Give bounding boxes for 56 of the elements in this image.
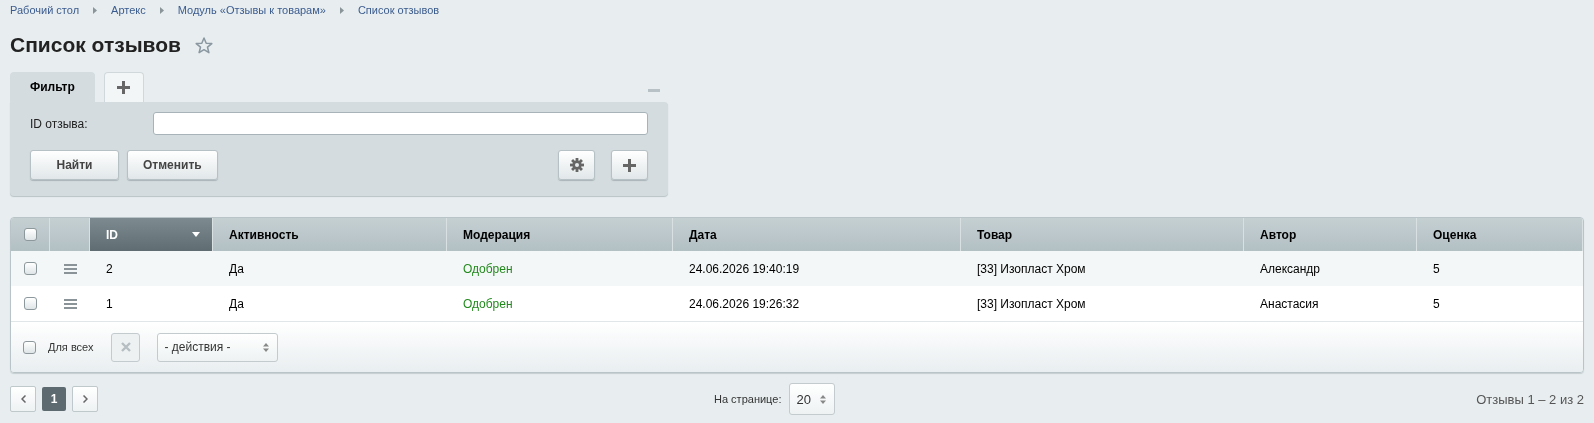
breadcrumb-link[interactable]: Артекс <box>111 4 146 16</box>
menu-icon[interactable] <box>63 298 77 309</box>
updown-arrows-icon <box>820 394 827 404</box>
table-cell-text: 5 <box>1432 261 1441 276</box>
page-title: Список отзывов <box>10 33 181 57</box>
settings-button[interactable] <box>558 150 595 180</box>
chevron-right-icon <box>93 6 98 14</box>
plus-icon <box>117 81 131 94</box>
cancel-button[interactable]: Отменить <box>127 150 218 180</box>
table-cell-text: 5 <box>1432 296 1441 311</box>
table-cell-text: Александр <box>1259 261 1322 276</box>
star-icon[interactable] <box>194 36 213 54</box>
per-page-dropdown[interactable]: 20 <box>789 383 836 415</box>
status-cell-text: Одобрен <box>462 296 514 311</box>
plus-icon <box>623 158 636 172</box>
delete-button[interactable] <box>111 332 141 362</box>
gear-icon <box>569 158 584 172</box>
table-cell-text: 1 <box>105 296 114 311</box>
field-label: ID отзыва: <box>30 116 89 131</box>
breadcrumb-link[interactable]: Рабочий стол <box>10 4 80 16</box>
checkbox[interactable] <box>23 228 37 241</box>
breadcrumb-link[interactable]: Модуль «Отзывы к товарам» <box>177 4 326 16</box>
checkbox[interactable] <box>24 297 37 310</box>
results-summary: Отзывы 1 – 2 из 2 <box>1476 391 1584 407</box>
column-header[interactable]: ID <box>90 218 213 251</box>
menu-icon[interactable] <box>63 263 77 274</box>
table-cell-text: [33] Изопласт Хром <box>976 296 1087 311</box>
updown-arrows-icon <box>263 342 270 352</box>
next-page-button[interactable] <box>72 386 98 412</box>
chevron-left-icon <box>20 395 26 403</box>
status-cell-text: Одобрен <box>462 261 514 276</box>
table-cell-text: Да <box>228 296 245 311</box>
checkbox[interactable] <box>23 340 36 354</box>
close-icon <box>121 342 131 352</box>
per-page-label: На странице: <box>714 393 782 405</box>
page-button[interactable]: 1 <box>42 387 66 411</box>
checkbox[interactable] <box>24 262 37 275</box>
table-cell-text: Да <box>228 261 245 276</box>
table-cell-text: 2 <box>105 261 114 276</box>
table-cell-text: 24.06.2026 19:40:19 <box>688 261 801 276</box>
select-all-label: Для всех <box>48 341 94 353</box>
sort-arrow-icon <box>192 232 200 237</box>
table-cell-text: [33] Изопласт Хром <box>976 261 1087 276</box>
chevron-right-icon <box>82 395 88 403</box>
table-cell-text: Анастасия <box>1259 296 1320 311</box>
actions-dropdown[interactable]: - действия - <box>157 332 279 362</box>
filter-tab[interactable]: Фильтр <box>10 72 95 102</box>
input-field[interactable] <box>153 112 648 135</box>
chevron-right-icon <box>339 6 344 14</box>
chevron-right-icon <box>159 6 164 14</box>
breadcrumb-link[interactable]: Список отзывов <box>357 4 440 16</box>
previous-page-button[interactable] <box>10 386 36 412</box>
add-button[interactable] <box>611 150 648 180</box>
add-tab-button[interactable] <box>103 72 144 102</box>
table-cell-text: 24.06.2026 19:26:32 <box>688 296 801 311</box>
find-button[interactable]: Найти <box>30 150 119 180</box>
